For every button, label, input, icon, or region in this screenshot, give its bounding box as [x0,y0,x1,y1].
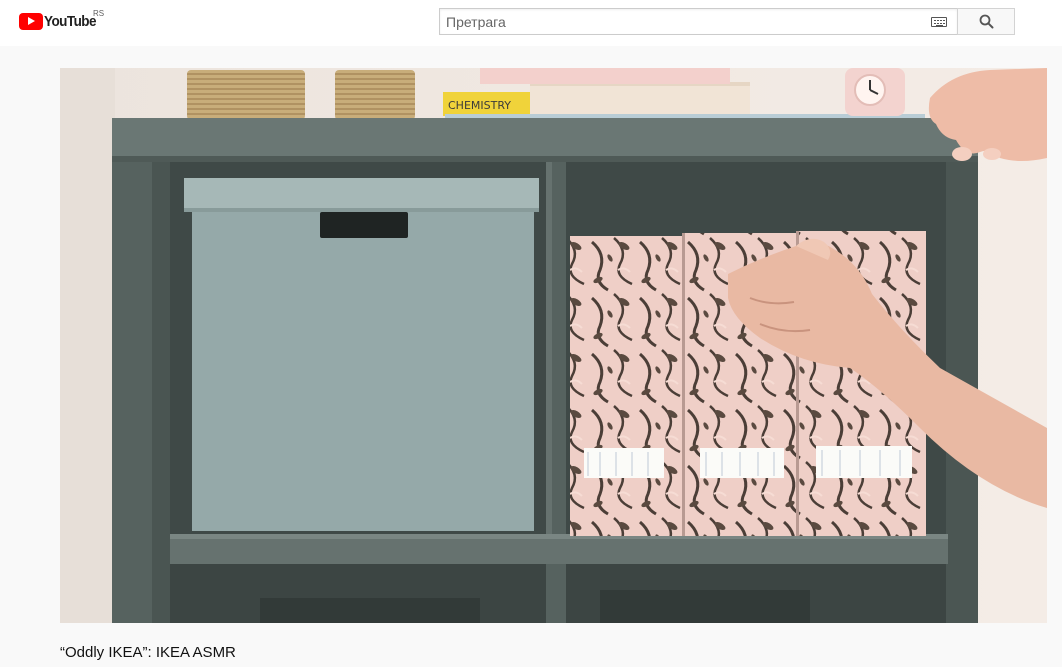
keyboard-icon[interactable] [931,17,947,27]
youtube-logo[interactable]: YouTube RS [19,9,105,31]
search-bar [439,8,1015,35]
search-button[interactable] [957,8,1015,35]
search-icon [979,14,993,29]
masthead: YouTube RS [0,0,1062,46]
country-code: RS [93,9,105,18]
video-player[interactable]: CHEMISTRY [60,68,1047,623]
video-title: “Oddly IKEA”: IKEA ASMR [60,644,236,661]
book-spine-text: CHEMISTRY [448,99,511,112]
youtube-play-icon [19,12,43,30]
search-box [439,8,957,35]
logo-text: YouTube [44,12,96,30]
video-frame: CHEMISTRY [60,68,1047,623]
search-input[interactable] [440,9,957,34]
